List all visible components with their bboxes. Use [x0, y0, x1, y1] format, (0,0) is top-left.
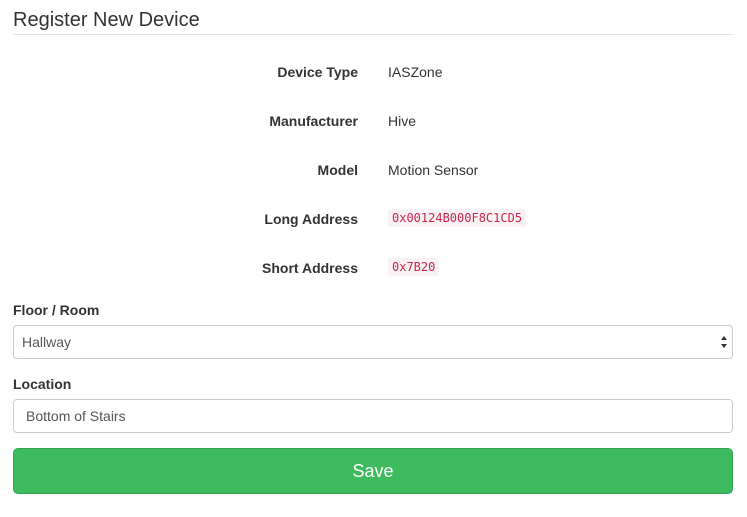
- long-address-label: Long Address: [264, 211, 358, 227]
- save-button[interactable]: Save: [13, 448, 733, 494]
- info-row-model: Model Motion Sensor: [0, 159, 747, 181]
- info-row-device-type: Device Type IASZone: [0, 61, 747, 83]
- info-row-short-address: Short Address 0x7B20: [0, 257, 747, 279]
- floor-room-selected-value: Hallway: [22, 334, 72, 350]
- model-value: Motion Sensor: [388, 162, 479, 178]
- up-down-chevron-icon: [721, 336, 727, 348]
- short-address-label: Short Address: [262, 260, 358, 276]
- page-title: Register New Device: [13, 9, 200, 31]
- device-type-value: IASZone: [388, 64, 443, 80]
- info-row-long-address: Long Address 0x00124B000F8C1CD5: [0, 208, 747, 230]
- floor-room-label: Floor / Room: [13, 302, 100, 318]
- device-type-label: Device Type: [277, 64, 358, 80]
- model-label: Model: [317, 162, 358, 178]
- short-address-value: 0x7B20: [388, 258, 440, 276]
- location-input[interactable]: [13, 399, 733, 433]
- location-label: Location: [13, 376, 72, 392]
- title-divider: [13, 34, 734, 35]
- manufacturer-label: Manufacturer: [269, 113, 358, 129]
- floor-room-select[interactable]: Hallway: [13, 325, 733, 359]
- info-row-manufacturer: Manufacturer Hive: [0, 110, 747, 132]
- manufacturer-value: Hive: [388, 113, 417, 129]
- long-address-value: 0x00124B000F8C1CD5: [388, 209, 527, 227]
